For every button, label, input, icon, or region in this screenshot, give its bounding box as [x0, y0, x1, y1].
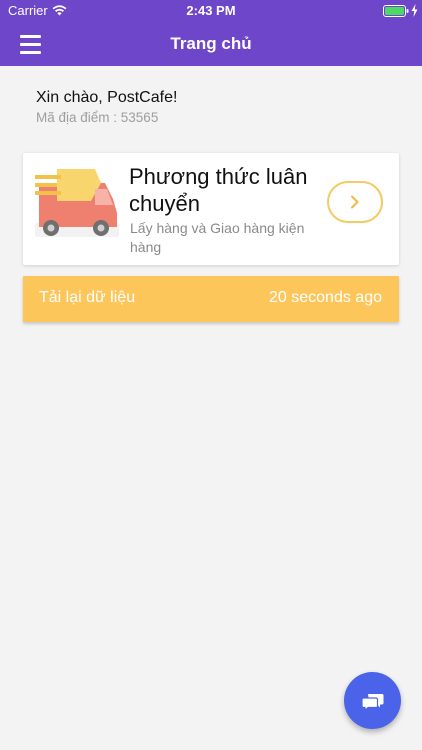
reload-label: Tải lại dữ liệu [39, 289, 136, 306]
page-title: Trang chủ [170, 34, 252, 53]
delivery-truck-icon [35, 169, 119, 237]
status-bar: Carrier 2:43 PM [0, 0, 422, 22]
last-updated-time: 20 seconds ago [269, 289, 382, 306]
chevron-right-icon [351, 195, 359, 209]
battery-icon [383, 5, 409, 17]
chat-icon [361, 693, 383, 711]
card-next-button[interactable] [327, 181, 383, 223]
card-title: Phương thức luân chuyển [129, 164, 308, 216]
card-subtitle: Lấy hàng và Giao hàng kiện hàng [130, 220, 305, 255]
reload-data-bar[interactable]: Tải lại dữ liệu 20 seconds ago [23, 276, 399, 322]
location-code: Mã địa điểm : 53565 [36, 110, 159, 125]
nav-bar: Trang chủ [0, 22, 422, 66]
charging-bolt-icon [411, 4, 418, 17]
app-header: Carrier 2:43 PM Trang chủ [0, 0, 422, 66]
chat-button[interactable] [344, 672, 401, 729]
greeting-text: Xin chào, PostCafe! [36, 89, 178, 106]
transfer-method-card[interactable]: Phương thức luân chuyển Lấy hàng và Giao… [23, 153, 399, 265]
status-time: 2:43 PM [186, 3, 236, 18]
